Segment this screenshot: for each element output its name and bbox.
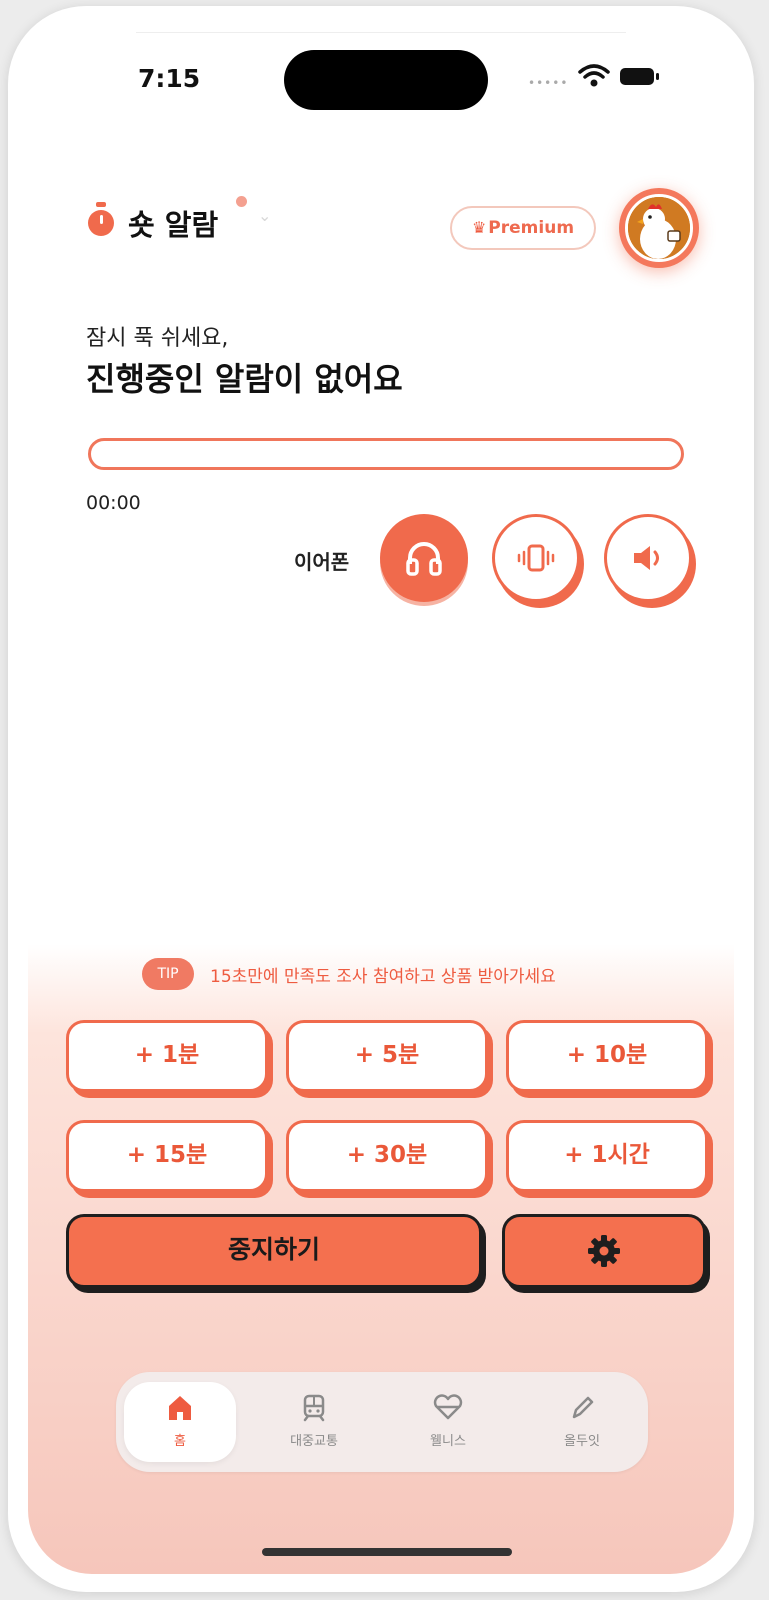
tab-alldoit-label: 올두잇 [564, 1434, 600, 1449]
avatar[interactable] [619, 188, 699, 268]
crown-icon: ♛ [471, 218, 487, 237]
add-15-min-button[interactable]: + 15분 [66, 1120, 268, 1192]
tab-home[interactable]: 홈 [124, 1382, 236, 1462]
tab-transit-label: 대중교통 [290, 1434, 338, 1449]
tip-badge: TIP [142, 958, 194, 990]
premium-button[interactable]: ♛ Premium [450, 206, 596, 250]
home-icon [169, 1396, 191, 1420]
chicken-avatar-image [625, 194, 693, 262]
tab-alldoit[interactable]: 올두잇 [526, 1382, 638, 1462]
settings-button[interactable] [502, 1214, 706, 1288]
headphones-mode-button[interactable] [380, 514, 468, 602]
phone-frame: 7:15 ••••• 숏 알람 ⌄ ♛ Premium 잠시 푹 쉬세요, 진행… [8, 6, 754, 1592]
notification-dot [236, 196, 247, 207]
vibration-mode-button[interactable] [492, 514, 580, 602]
app-screen: 7:15 ••••• 숏 알람 ⌄ ♛ Premium 잠시 푹 쉬세요, 진행… [28, 24, 734, 1574]
heart-icon [433, 1394, 463, 1420]
premium-label: Premium [488, 218, 575, 238]
top-divider [136, 32, 626, 33]
tip-text: 15초만에 만족도 조사 참여하고 상품 받아가세요 [210, 967, 556, 987]
stop-button[interactable]: 중지하기 [66, 1214, 482, 1288]
add-10-min-button[interactable]: + 10분 [506, 1020, 708, 1092]
home-indicator[interactable] [262, 1548, 512, 1556]
add-30-min-button[interactable]: + 30분 [286, 1120, 488, 1192]
chevron-down-icon[interactable]: ⌄ [258, 206, 271, 225]
battery-icon [620, 68, 659, 85]
alarm-headline: 진행중인 알람이 없어요 [86, 360, 403, 398]
speaker-icon [634, 546, 659, 570]
timer-icon [88, 202, 114, 236]
signal-icon: ••••• [528, 76, 569, 90]
train-icon [303, 1394, 325, 1422]
add-5-min-button[interactable]: + 5분 [286, 1020, 488, 1092]
tab-wellness[interactable]: 웰니스 [392, 1382, 504, 1462]
header: 숏 알람 ⌄ ♛ Premium [86, 188, 706, 268]
alarm-progress-bar [88, 438, 684, 470]
output-mode-label: 이어폰 [294, 550, 350, 574]
gear-icon [588, 1235, 620, 1267]
add-1-hour-button[interactable]: + 1시간 [506, 1120, 708, 1192]
app-title[interactable]: 숏 알람 [128, 202, 218, 244]
headphones-icon [406, 542, 442, 576]
status-icons: ••••• [528, 64, 668, 90]
tab-home-label: 홈 [174, 1434, 186, 1449]
wifi-icon [578, 64, 610, 87]
alarm-subtitle: 잠시 푹 쉬세요, [86, 326, 229, 351]
pencil-icon [572, 1396, 594, 1419]
speaker-mode-button[interactable] [604, 514, 692, 602]
tab-wellness-label: 웰니스 [430, 1434, 466, 1449]
elapsed-time: 00:00 [86, 492, 141, 514]
bottom-tab-bar: 홈 대중교통 웰니스 올두잇 [116, 1372, 648, 1472]
add-1-min-button[interactable]: + 1분 [66, 1020, 268, 1092]
dynamic-island [284, 50, 488, 110]
tab-transit[interactable]: 대중교통 [258, 1382, 370, 1462]
vibration-icon [517, 544, 555, 572]
status-time: 7:15 [138, 64, 201, 93]
